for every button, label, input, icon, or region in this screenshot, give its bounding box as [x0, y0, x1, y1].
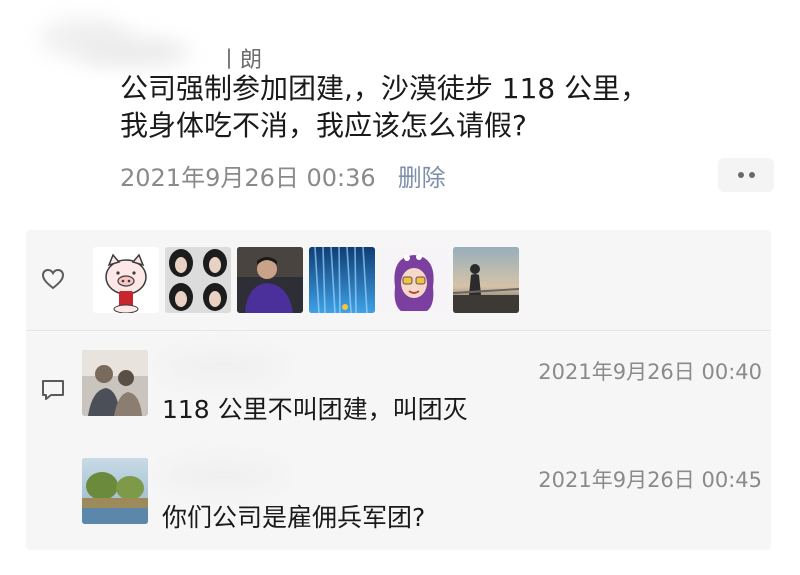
like-avatar-cartoon-girl[interactable]: [381, 247, 447, 313]
blurred-name: [162, 354, 282, 380]
comment-item[interactable]: 2021年9月26日 00:40 118 公里不叫团建，叫团灭: [82, 350, 762, 440]
comment-timestamp: 2021年9月26日 00:45: [538, 468, 762, 492]
post-timestamp: 2021年9月26日 00:36: [120, 164, 376, 192]
comment-item[interactable]: 2021年9月26日 00:45 你们公司是雇佣兵军团?: [82, 458, 762, 548]
post-text: 公司强制参加团建,，沙漠徒步 118 公里， 我身体吃不消，我应该怎么请假?: [120, 70, 780, 144]
divider: [26, 330, 771, 331]
post-meta: 2021年9月26日 00:36 删除: [120, 158, 446, 193]
pig-cartoon-icon: [105, 253, 147, 313]
blurred-name: [162, 462, 282, 488]
like-avatar-sunset-silhouette[interactable]: [453, 247, 519, 313]
like-avatar-blue-waterfall[interactable]: [309, 247, 375, 313]
more-dot-icon: [748, 172, 755, 178]
heart-icon: [41, 268, 65, 290]
commenter-name-blurred[interactable]: [162, 352, 282, 382]
like-avatar-man-purple-shirt[interactable]: [237, 247, 303, 313]
comment-text: 118 公里不叫团建，叫团灭: [162, 395, 468, 424]
comment-timestamp: 2021年9月26日 00:40: [538, 360, 762, 384]
comment-icon: [42, 380, 64, 400]
commenter-photo-icon: [82, 350, 148, 416]
more-dot-icon: [737, 172, 744, 178]
likes-row: [26, 230, 771, 330]
commenter-name-blurred[interactable]: [162, 460, 282, 490]
man-photo-icon: [237, 247, 303, 313]
post-text-line-1: 公司强制参加团建,，沙漠徒步 118 公里，: [120, 72, 649, 105]
interaction-panel: 2021年9月26日 00:40 118 公里不叫团建，叫团灭 2021年9月2…: [26, 230, 771, 550]
landscape-photo-icon: [82, 458, 148, 524]
commenter-avatar[interactable]: [82, 350, 148, 416]
like-avatar-girl-photo-grid[interactable]: [165, 247, 231, 313]
blurred-author-name: [80, 38, 190, 66]
commenter-avatar[interactable]: [82, 458, 148, 524]
like-avatar-pig-cartoon[interactable]: [93, 247, 159, 313]
cartoon-girl-icon: [381, 247, 447, 313]
post-author[interactable]: 丨朗: [40, 18, 270, 78]
sunset-photo-icon: [453, 247, 519, 313]
waterfall-photo-icon: [309, 247, 375, 313]
photo-grid-icon: [165, 247, 231, 313]
delete-button[interactable]: 删除: [398, 164, 446, 192]
comment-text: 你们公司是雇佣兵军团?: [162, 503, 426, 532]
post-text-line-2: 我身体吃不消，我应该怎么请假?: [120, 109, 527, 142]
more-options-button[interactable]: [718, 158, 774, 192]
